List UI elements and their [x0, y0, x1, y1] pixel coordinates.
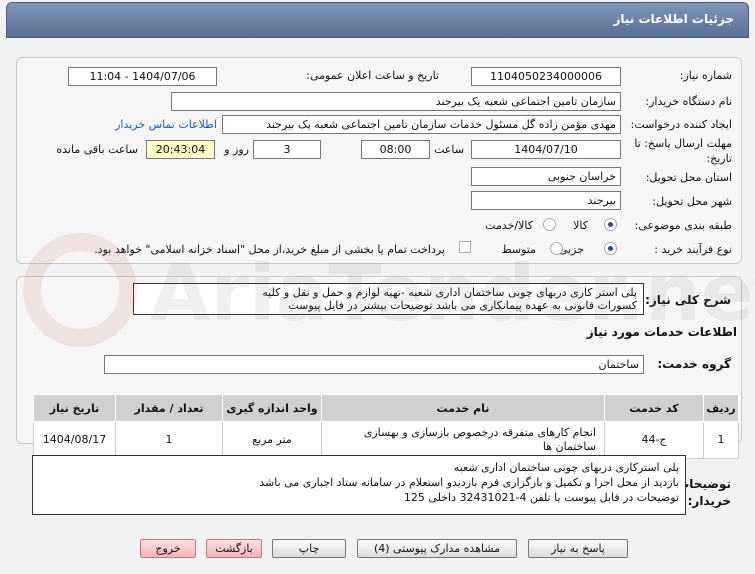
- description-line-2: کسورات قانونی به عهده پیمانکاری می باشد …: [288, 299, 637, 312]
- row-qty: 1: [115, 421, 223, 459]
- col-qty: تعداد / مقدار: [115, 394, 223, 422]
- reply-button[interactable]: پاسخ به نیاز: [528, 539, 628, 558]
- buyer-notes-line-1: پلی استرکاری دربهای چوبی ساختمان اداری ش…: [453, 461, 679, 474]
- creator-label: ایجاد کننده درخواست:: [630, 118, 732, 131]
- col-index: ردیف: [703, 394, 739, 422]
- view-attachments-button[interactable]: مشاهده مدارک پیوستی (4): [357, 539, 517, 558]
- row-name: انجام کارهای متفرقه درخصوص بازسازی و بهس…: [321, 421, 605, 459]
- row-unit: متر مربع: [222, 421, 322, 459]
- table-row: 1 ج-44 انجام کارهای متفرقه درخصوص بازساز…: [33, 421, 739, 459]
- buyer-field: سازمان تامین اجتماعی شعبه یک بیرجند: [171, 92, 621, 111]
- row-index: 1: [703, 421, 739, 459]
- payment-note: پرداخت تمام یا بخشی از مبلغ خرید،از محل …: [94, 243, 445, 256]
- category-goods-service-radio[interactable]: [543, 218, 556, 231]
- days-label: روز و: [224, 143, 249, 156]
- contact-buyer-link[interactable]: اطلاعات تماس خریدار: [115, 118, 217, 131]
- col-code: کد خدمت: [604, 394, 704, 422]
- process-medium-label: متوسط: [501, 243, 536, 256]
- category-goods-label: کالا: [573, 219, 588, 232]
- city-label: شهر محل تحویل:: [652, 195, 732, 208]
- buyer-label: نام دستگاه خریدار:: [645, 95, 732, 108]
- deadline-label: مهلت ارسال پاسخ: تا تاریخ:: [634, 137, 732, 165]
- buyer-notes-box: پلی استرکاری دربهای چوبی ساختمان اداری ش…: [32, 455, 686, 515]
- deadline-time-label: ساعت: [434, 143, 464, 156]
- announce-label: تاریخ و ساعت اعلان عمومی:: [306, 69, 439, 82]
- col-date: تاریخ نیاز: [33, 394, 116, 422]
- deadline-date-field: 1404/07/10: [471, 140, 621, 159]
- need-number-field: 1104050234000006: [471, 67, 621, 86]
- description-box: پلی استر کاری دربهای چوبی ساختمان اداری …: [133, 283, 644, 315]
- col-unit: واحد اندازه گیری: [222, 394, 322, 422]
- deadline-time-field: 08:00: [361, 140, 430, 159]
- services-table-header: ردیف کد خدمت نام خدمت واحد اندازه گیری ت…: [33, 394, 739, 422]
- remaining-label: ساعت باقی مانده: [56, 143, 138, 156]
- process-medium-radio[interactable]: [550, 242, 563, 255]
- creator-field: مهدی مؤمن زاده گل مسئول خدمات سازمان تام…: [222, 115, 621, 134]
- category-goods-radio[interactable]: [604, 218, 617, 231]
- exit-button[interactable]: خروج: [140, 539, 196, 558]
- buyer-notes-line-3: توضیحات در فایل پیوست یا تلفن 4-32431021…: [403, 491, 679, 504]
- province-field: خراسان جنوبی: [471, 167, 621, 186]
- city-field: بیرجند: [471, 191, 621, 210]
- print-button[interactable]: چاپ: [272, 539, 346, 558]
- process-label: نوع فرآیند خرید :: [654, 243, 732, 256]
- buyer-notes-line-2: بازدید از محل اجرا و تکمیل و بارگزاری فر…: [259, 476, 679, 489]
- days-remaining-field: 3: [253, 140, 321, 159]
- row-code: ج-44: [604, 421, 704, 459]
- description-label: شرح کلی نیاز:: [645, 293, 731, 307]
- announce-date-field: 1404/07/06 - 11:04: [68, 67, 217, 86]
- service-group-label: گروه خدمت:: [657, 357, 731, 371]
- category-label: طبقه بندی موضوعی:: [634, 219, 732, 232]
- page-title: جزئیات اطلاعات نیاز: [613, 12, 734, 26]
- process-minor-radio[interactable]: [604, 242, 617, 255]
- page-header: جزئیات اطلاعات نیاز: [6, 2, 749, 38]
- remaining-time-field: 20:43:04: [146, 140, 215, 159]
- treasury-payment-checkbox[interactable]: [459, 241, 471, 253]
- description-line-1: پلی استر کاری دربهای چوبی ساختمان اداری …: [262, 286, 637, 299]
- service-group-field: ساختمان: [104, 355, 644, 374]
- services-table: ردیف کد خدمت نام خدمت واحد اندازه گیری ت…: [33, 394, 739, 459]
- row-date: 1404/08/17: [33, 421, 116, 459]
- category-goods-service-label: کالا/خدمت: [485, 219, 533, 232]
- need-number-label: شماره نیاز:: [679, 69, 732, 82]
- back-button[interactable]: بازگشت: [206, 539, 262, 558]
- col-name: نام خدمت: [321, 394, 605, 422]
- services-title: اطلاعات خدمات مورد نیاز: [586, 325, 737, 339]
- province-label: استان محل تحویل:: [645, 171, 732, 184]
